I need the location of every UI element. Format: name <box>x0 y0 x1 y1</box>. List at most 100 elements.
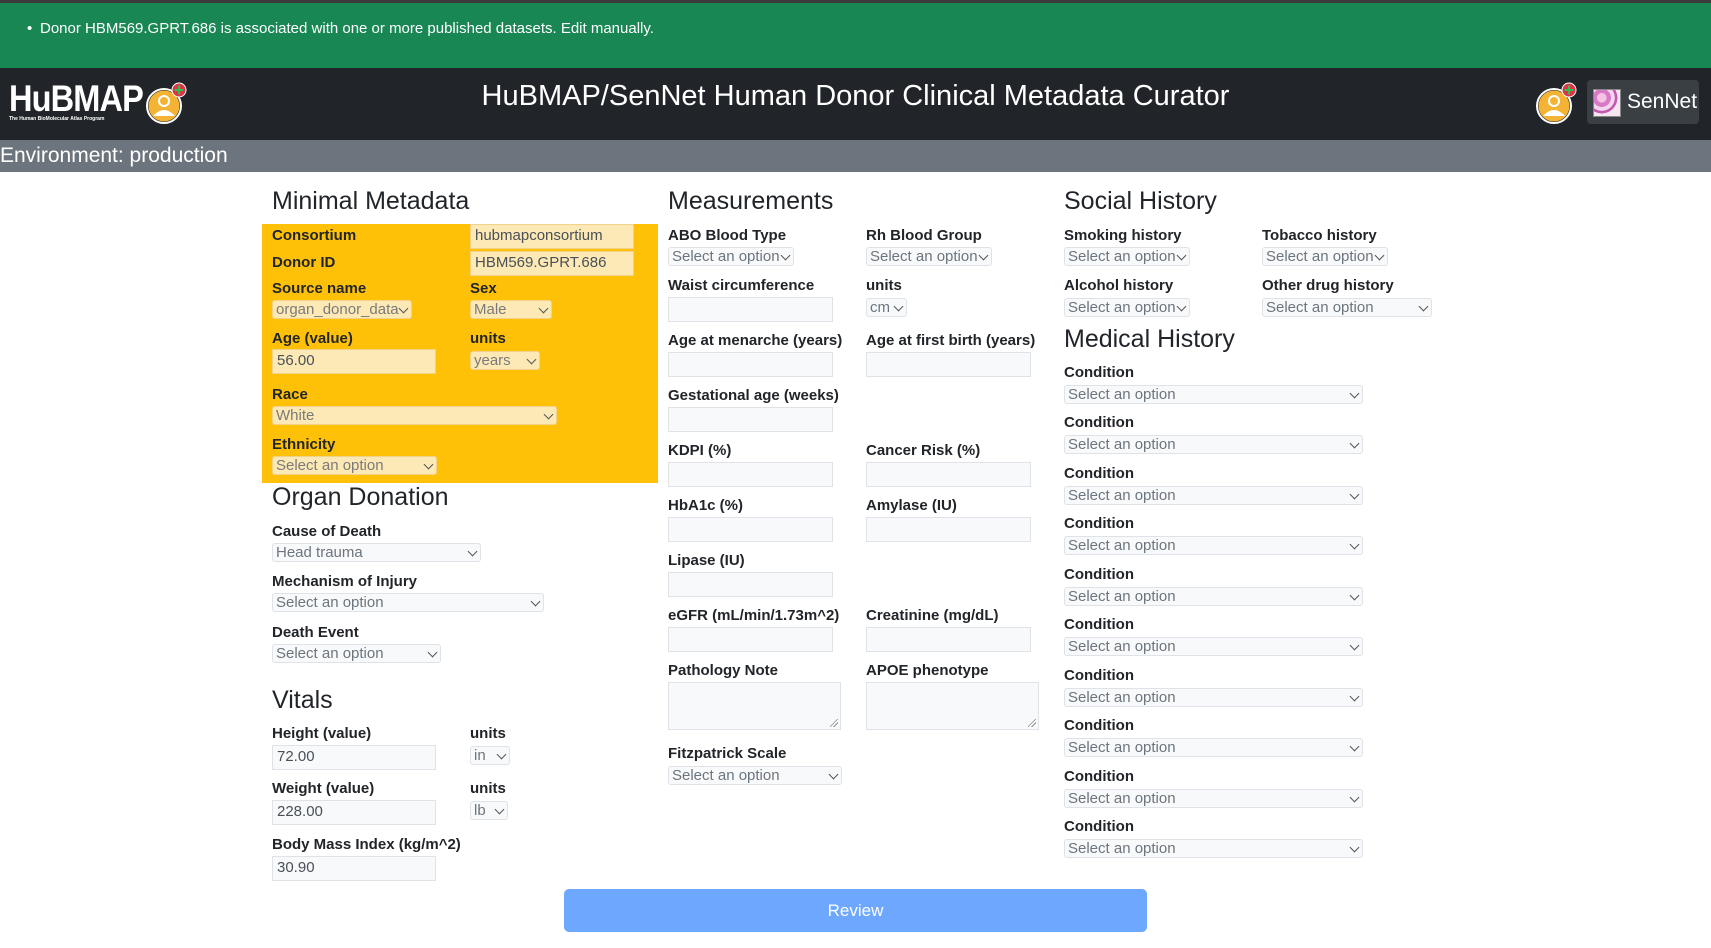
cause-of-death-select[interactable]: Head trauma <box>272 543 481 562</box>
egfr-field[interactable] <box>668 627 833 652</box>
kdpi-field[interactable] <box>668 462 833 487</box>
chevron-down-icon <box>1176 301 1187 312</box>
waist-units-value: cm <box>870 299 890 316</box>
sennet-logo-icon <box>1593 89 1621 117</box>
hba1c-field[interactable] <box>668 517 833 542</box>
condition-label: Condition <box>1064 667 1134 684</box>
waist-label: Waist circumference <box>668 277 815 294</box>
chevron-down-icon <box>1176 250 1187 261</box>
condition-select[interactable]: Select an option <box>1064 486 1363 505</box>
resize-grip-icon[interactable] <box>1028 719 1036 727</box>
first-birth-field[interactable] <box>866 352 1031 377</box>
condition-value: Select an option <box>1068 487 1176 504</box>
condition-select[interactable]: Select an option <box>1064 688 1363 707</box>
vitals-heading: Vitals <box>272 686 333 714</box>
ethnicity-label: Ethnicity <box>272 436 336 453</box>
age-units-select[interactable]: years <box>470 351 540 370</box>
bmi-label: Body Mass Index (kg/m^2) <box>272 836 461 853</box>
chevron-down-icon <box>530 596 541 607</box>
condition-value: Select an option <box>1068 588 1176 605</box>
rh-select[interactable]: Select an option <box>866 247 992 266</box>
tobacco-label: Tobacco history <box>1262 227 1377 244</box>
other-drug-select[interactable]: Select an option <box>1262 298 1432 317</box>
kdpi-label: KDPI (%) <box>668 442 732 459</box>
condition-select[interactable]: Select an option <box>1064 738 1363 757</box>
condition-value: Select an option <box>1068 840 1176 857</box>
medical-history-heading: Medical History <box>1064 325 1235 353</box>
condition-value: Select an option <box>1068 537 1176 554</box>
age-field[interactable]: 56.00 <box>272 349 436 374</box>
chevron-down-icon <box>1349 489 1360 500</box>
amylase-field[interactable] <box>866 517 1031 542</box>
sennet-button[interactable]: SenNet <box>1587 80 1699 124</box>
age-units-value: years <box>474 352 511 369</box>
source-name-select[interactable]: organ_donor_data <box>272 300 412 319</box>
chevron-down-icon <box>1349 842 1360 853</box>
hba1c-label: HbA1c (%) <box>668 497 744 514</box>
condition-select[interactable]: Select an option <box>1064 637 1363 656</box>
condition-select[interactable]: Select an option <box>1064 385 1363 404</box>
weight-units-label: units <box>470 780 506 797</box>
alert-message: Donor HBM569.GPRT.686 is associated with… <box>40 20 654 37</box>
tobacco-select[interactable]: Select an option <box>1262 247 1388 266</box>
race-label: Race <box>272 386 308 403</box>
alert-banner: • Donor HBM569.GPRT.686 is associated wi… <box>0 3 1711 68</box>
cancer-risk-field[interactable] <box>866 462 1031 487</box>
waist-field[interactable] <box>668 297 833 322</box>
alcohol-select[interactable]: Select an option <box>1064 298 1190 317</box>
smoking-value: Select an option <box>1068 248 1176 265</box>
condition-select[interactable]: Select an option <box>1064 839 1363 858</box>
race-select[interactable]: White <box>272 406 557 425</box>
weight-units-select[interactable]: lb <box>470 801 508 820</box>
ethnicity-value: Select an option <box>276 457 384 474</box>
height-field[interactable]: 72.00 <box>272 745 436 770</box>
apoe-textarea[interactable] <box>866 682 1039 730</box>
mechanism-of-injury-label: Mechanism of Injury <box>272 573 418 590</box>
condition-select[interactable]: Select an option <box>1064 789 1363 808</box>
condition-select[interactable]: Select an option <box>1064 587 1363 606</box>
condition-select[interactable]: Select an option <box>1064 536 1363 555</box>
review-button[interactable]: Review <box>564 889 1147 932</box>
weight-field[interactable]: 228.00 <box>272 800 436 825</box>
condition-value: Select an option <box>1068 638 1176 655</box>
condition-select[interactable]: Select an option <box>1064 435 1363 454</box>
menarche-field[interactable] <box>668 352 833 377</box>
sex-value: Male <box>474 301 507 318</box>
chevron-down-icon <box>1418 301 1429 312</box>
condition-label: Condition <box>1064 515 1134 532</box>
cause-of-death-label: Cause of Death <box>272 523 382 540</box>
abo-value: Select an option <box>672 248 780 265</box>
smoking-select[interactable]: Select an option <box>1064 247 1190 266</box>
condition-value: Select an option <box>1068 689 1176 706</box>
height-units-select[interactable]: in <box>470 746 510 765</box>
chevron-down-icon <box>1349 388 1360 399</box>
chevron-down-icon <box>893 301 904 312</box>
resize-grip-icon[interactable] <box>830 719 838 727</box>
bmi-field[interactable]: 30.90 <box>272 856 436 881</box>
chevron-down-icon <box>543 409 554 420</box>
mechanism-of-injury-value: Select an option <box>276 594 384 611</box>
fitzpatrick-value: Select an option <box>672 767 780 784</box>
consortium-field[interactable]: hubmapconsortium <box>470 224 634 249</box>
chevron-down-icon <box>427 647 438 658</box>
lipase-field[interactable] <box>668 572 833 597</box>
minimal-metadata-heading: Minimal Metadata <box>272 187 470 215</box>
donor-id-field[interactable]: HBM569.GPRT.686 <box>470 251 634 276</box>
creatinine-field[interactable] <box>866 627 1031 652</box>
user-add-icon[interactable] <box>1535 82 1577 124</box>
sex-select[interactable]: Male <box>470 300 552 319</box>
gestational-field[interactable] <box>668 407 833 432</box>
fitzpatrick-select[interactable]: Select an option <box>668 766 842 785</box>
age-units-label: units <box>470 330 506 347</box>
smoking-label: Smoking history <box>1064 227 1182 244</box>
ethnicity-select[interactable]: Select an option <box>272 456 437 475</box>
mechanism-of-injury-select[interactable]: Select an option <box>272 593 544 612</box>
page-title: HuBMAP/SenNet Human Donor Clinical Metad… <box>481 80 1230 112</box>
waist-units-select[interactable]: cm <box>866 298 907 317</box>
chevron-down-icon <box>828 769 839 780</box>
pathology-note-textarea[interactable] <box>668 682 841 730</box>
other-drug-label: Other drug history <box>1262 277 1394 294</box>
death-event-select[interactable]: Select an option <box>272 644 441 663</box>
chevron-down-icon <box>1349 438 1360 449</box>
abo-select[interactable]: Select an option <box>668 247 794 266</box>
